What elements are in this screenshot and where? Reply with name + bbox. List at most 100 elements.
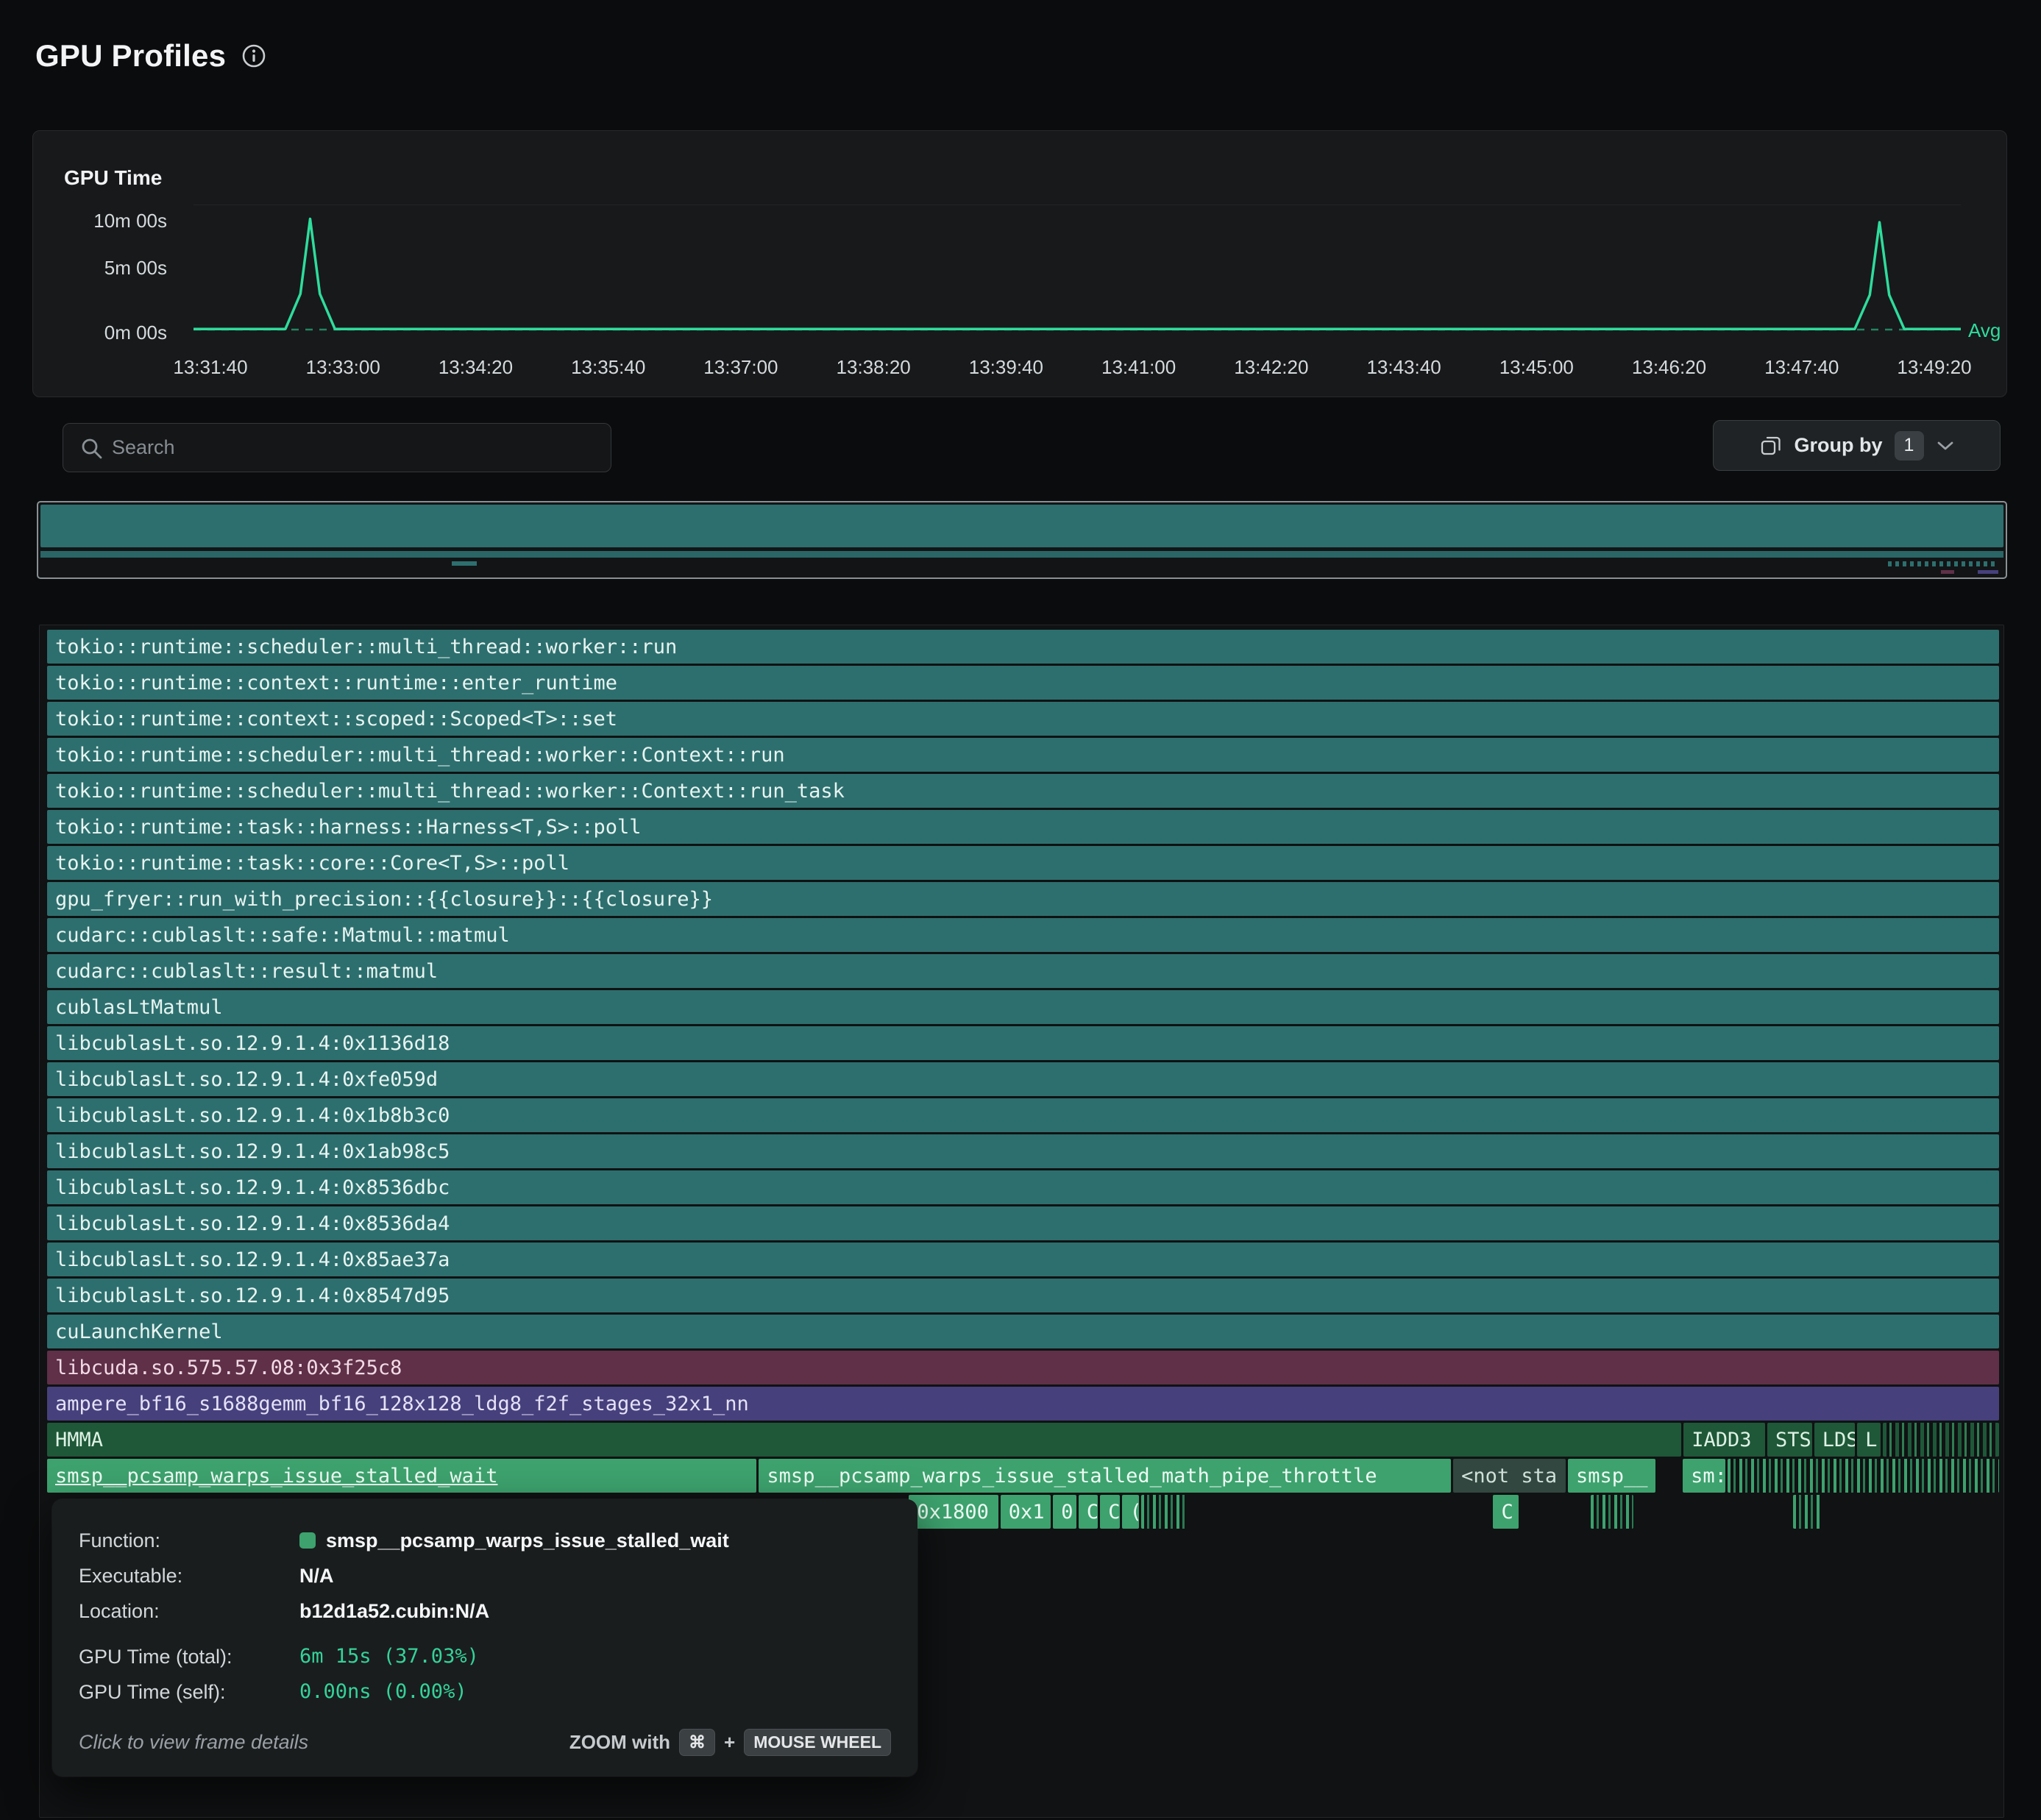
flame-frame-label: 0x1 <box>1001 1501 1051 1524</box>
flame-frame[interactable]: ampere_bf16_s1688gemm_bf16_128x128_ldg8_… <box>47 1387 1999 1421</box>
flame-frame-label: cudarc::cublaslt::result::matmul <box>47 960 446 983</box>
x-tick-label: 13:42:20 <box>1234 356 1308 379</box>
flame-row: tokio::runtime::task::harness::Harness<T… <box>47 810 1999 844</box>
flame-row: libcublasLt.so.12.9.1.4:0x8536dbc <box>47 1170 1999 1204</box>
flame-frame-label: cudarc::cublaslt::safe::Matmul::matmul <box>47 924 518 947</box>
minimap-maroon-dash <box>1941 570 1954 574</box>
x-tick-label: 13:33:00 <box>306 356 380 379</box>
flame-frame-label: sm: <box>1683 1465 1725 1487</box>
command-keycap: ⌘ <box>679 1729 715 1756</box>
flame-frame[interactable] <box>1728 1459 1999 1493</box>
flame-row: cuLaunchKernel <box>47 1315 1999 1348</box>
flame-frame[interactable]: libcublasLt.so.12.9.1.4:0x1b8b3c0 <box>47 1098 1999 1132</box>
flame-frame[interactable]: libcublasLt.so.12.9.1.4:0x1136d18 <box>47 1026 1999 1060</box>
flame-frame[interactable]: smsp__pcsamp_warps_issue_stalled_math_pi… <box>759 1459 1451 1493</box>
flame-frame[interactable]: IADD3 <box>1683 1423 1765 1457</box>
x-tick-label: 13:47:40 <box>1764 356 1839 379</box>
flame-frame[interactable]: tokio::runtime::scheduler::multi_thread:… <box>47 738 1999 772</box>
flame-frame[interactable]: libcublasLt.so.12.9.1.4:0x1ab98c5 <box>47 1134 1999 1168</box>
flame-frame[interactable]: gpu_fryer::run_with_precision::{{closure… <box>47 882 1999 916</box>
flame-frame[interactable]: smsp__ <box>1568 1459 1655 1493</box>
flamegraph-rows: tokio::runtime::scheduler::multi_thread:… <box>47 630 1999 1531</box>
minimap-dash <box>452 561 477 566</box>
flame-frame[interactable]: smsp__pcsamp_warps_issue_stalled_wait <box>47 1459 756 1493</box>
flame-gap <box>1521 1495 1589 1529</box>
flame-frame[interactable]: libcublasLt.so.12.9.1.4:0x85ae37a <box>47 1243 1999 1276</box>
flame-frame[interactable]: C <box>1079 1495 1098 1529</box>
frame-color-swatch <box>299 1532 316 1549</box>
flame-frame[interactable]: tokio::runtime::task::harness::Harness<T… <box>47 810 1999 844</box>
x-tick-label: 13:43:40 <box>1366 356 1441 379</box>
flame-frame-label: ( <box>1122 1501 1140 1524</box>
flame-frame-label: libcublasLt.so.12.9.1.4:0x8547d95 <box>47 1284 458 1307</box>
flame-gap <box>1636 1495 1791 1529</box>
flame-row: tokio::runtime::context::scoped::Scoped<… <box>47 702 1999 736</box>
flame-frame-label: smsp__ <box>1568 1465 1655 1487</box>
flame-frame-label: C <box>1493 1501 1518 1524</box>
flame-row: tokio::runtime::scheduler::multi_thread:… <box>47 630 1999 664</box>
flame-frame-label: ampere_bf16_s1688gemm_bf16_128x128_ldg8_… <box>47 1393 757 1415</box>
flame-frame[interactable]: 0x1800 <box>909 1495 998 1529</box>
flame-frame[interactable]: 0x1 <box>1001 1495 1051 1529</box>
flame-row: tokio::runtime::scheduler::multi_thread:… <box>47 774 1999 808</box>
flame-frame-label: gpu_fryer::run_with_precision::{{closure… <box>47 888 721 911</box>
flame-frame-label: L <box>1857 1429 1881 1451</box>
chart-x-axis: 13:31:4013:33:0013:34:2013:35:4013:37:00… <box>194 356 1961 385</box>
flame-frame[interactable]: cudarc::cublaslt::safe::Matmul::matmul <box>47 918 1999 952</box>
flame-frame[interactable] <box>1883 1423 1999 1457</box>
x-tick-label: 13:41:00 <box>1101 356 1176 379</box>
flame-row: tokio::runtime::task::core::Core<T,S>::p… <box>47 846 1999 880</box>
flame-frame[interactable]: libcuda.so.575.57.08:0x3f25c8 <box>47 1351 1999 1384</box>
flame-frame-label: <not sta <box>1453 1465 1565 1487</box>
flame-frame[interactable] <box>1141 1495 1188 1529</box>
flame-frame[interactable]: C <box>1100 1495 1119 1529</box>
search-icon <box>79 436 104 461</box>
flame-frame[interactable] <box>1591 1495 1633 1529</box>
flame-frame[interactable]: libcublasLt.so.12.9.1.4:0x8547d95 <box>47 1279 1999 1312</box>
flame-frame[interactable]: tokio::runtime::scheduler::multi_thread:… <box>47 630 1999 664</box>
flame-frame-label: 0x1800 <box>909 1501 997 1524</box>
minimap-slivers <box>1888 561 1998 566</box>
flame-frame[interactable]: STS <box>1767 1423 1812 1457</box>
tooltip-location-value: b12d1a52.cubin:N/A <box>299 1593 891 1629</box>
x-tick-label: 13:37:00 <box>703 356 778 379</box>
flame-gap <box>1825 1495 1999 1529</box>
minimap-purple-dash <box>1978 570 1998 574</box>
flame-frame[interactable]: HMMA <box>47 1423 1681 1457</box>
flame-frame-label: smsp__pcsamp_warps_issue_stalled_wait <box>47 1465 505 1487</box>
y-tick-label: 10m 00s <box>33 210 167 232</box>
flame-frame[interactable]: C <box>1493 1495 1518 1529</box>
flame-frame[interactable]: cublasLtMatmul <box>47 990 1999 1024</box>
tooltip-hint: Click to view frame details <box>79 1731 308 1754</box>
flame-frame[interactable]: tokio::runtime::scheduler::multi_thread:… <box>47 774 1999 808</box>
flame-frame[interactable]: 0 <box>1053 1495 1076 1529</box>
flame-frame[interactable]: ( <box>1122 1495 1140 1529</box>
flame-frame[interactable]: <not sta <box>1453 1459 1566 1493</box>
flame-frame-label: tokio::runtime::scheduler::multi_thread:… <box>47 636 685 658</box>
flame-frame[interactable]: tokio::runtime::context::runtime::enter_… <box>47 666 1999 700</box>
flame-frame[interactable]: libcublasLt.so.12.9.1.4:0x8536dbc <box>47 1170 1999 1204</box>
group-by-button[interactable]: Group by 1 <box>1713 420 2001 471</box>
flame-row: smsp__pcsamp_warps_issue_stalled_wait sms… <box>47 1459 1999 1493</box>
flame-frame[interactable]: libcublasLt.so.12.9.1.4:0x8536da4 <box>47 1206 1999 1240</box>
flame-frame[interactable]: libcublasLt.so.12.9.1.4:0xfe059d <box>47 1062 1999 1096</box>
y-tick-label: 0m 00s <box>33 321 167 344</box>
flame-frame-label: libcuda.so.575.57.08:0x3f25c8 <box>47 1357 410 1379</box>
flame-frame[interactable]: sm: <box>1683 1459 1725 1493</box>
flame-frame[interactable]: tokio::runtime::task::core::Core<T,S>::p… <box>47 846 1999 880</box>
flame-frame-label: C <box>1079 1501 1098 1524</box>
flamegraph-minimap[interactable] <box>37 501 2007 579</box>
flame-frame[interactable]: cudarc::cublaslt::result::matmul <box>47 954 1999 988</box>
flame-frame[interactable]: LDS <box>1814 1423 1855 1457</box>
gpu-time-line-chart[interactable] <box>194 202 1961 341</box>
info-icon[interactable] <box>241 43 267 69</box>
flame-frame[interactable]: L <box>1857 1423 1881 1457</box>
flame-frame-label: IADD3 <box>1683 1429 1759 1451</box>
flame-frame[interactable] <box>1793 1495 1822 1529</box>
flame-frame-label: C <box>1100 1501 1119 1524</box>
flame-frame[interactable]: tokio::runtime::context::scoped::Scoped<… <box>47 702 1999 736</box>
flame-row: libcublasLt.so.12.9.1.4:0x8536da4 <box>47 1206 1999 1240</box>
search-input[interactable] <box>63 424 611 472</box>
flame-frame[interactable]: cuLaunchKernel <box>47 1315 1999 1348</box>
flame-row: libcublasLt.so.12.9.1.4:0x85ae37a <box>47 1243 1999 1276</box>
